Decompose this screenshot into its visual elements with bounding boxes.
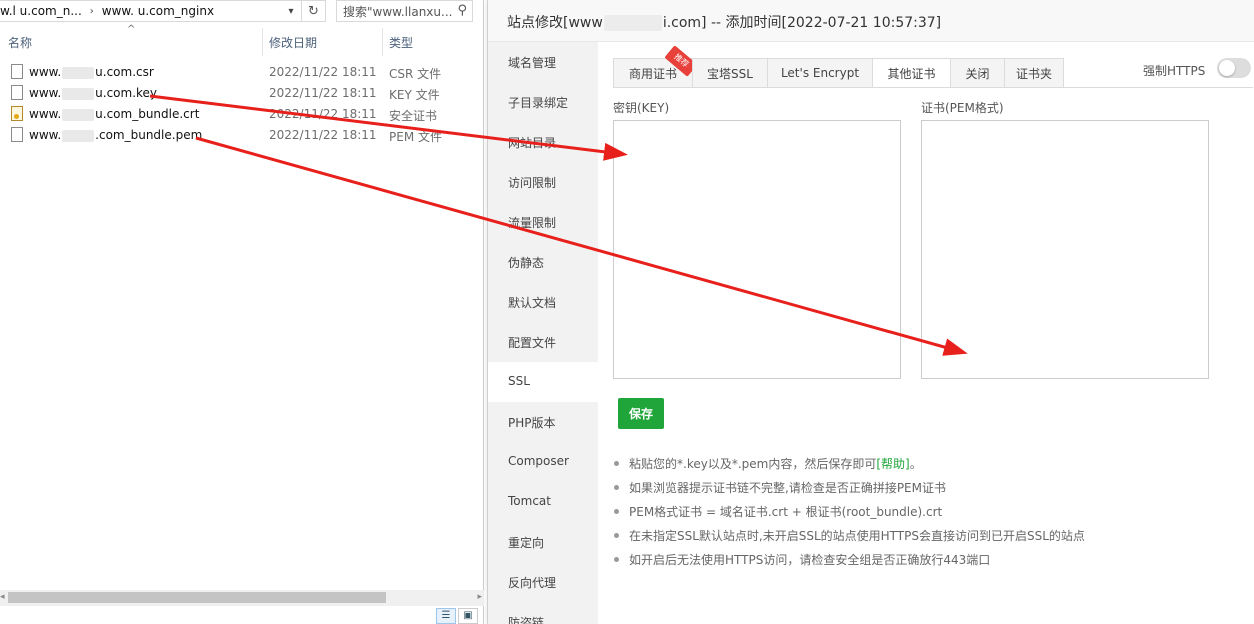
tab-bt-ssl[interactable]: 宝塔SSL	[692, 58, 767, 88]
file-icon	[11, 64, 23, 79]
nav-item-ssl[interactable]: SSL	[488, 362, 598, 402]
sidebar-nav: 域名管理 子目录绑定 网站目录 访问限制 流量限制 伪静态 默认文档 配置文件 …	[488, 42, 598, 624]
tab-close[interactable]: 关闭	[950, 58, 1004, 88]
tips-list: 粘贴您的*.key以及*.pem内容，然后保存即可[帮助]。 如果浏览器提示证书…	[612, 455, 1085, 575]
tab-other-cert[interactable]: 其他证书	[872, 58, 950, 88]
nav-item[interactable]: 默认文档	[488, 282, 598, 322]
search-box[interactable]: 搜索"www.llanxu... ⚲	[336, 0, 473, 22]
tab-commercial-cert[interactable]: 商用证书 推荐	[613, 45, 698, 88]
tip-item: PEM格式证书 = 域名证书.crt + 根证书(root_bundle).cr…	[612, 503, 1085, 527]
file-row[interactable]: www. .com_bundle.pem 2022/11/22 18:11 PEM…	[0, 125, 484, 146]
key-label: 密钥(KEY)	[613, 101, 670, 115]
column-name[interactable]: 名称	[8, 34, 32, 51]
tip-item: 如果浏览器提示证书链不完整,请检查是否正确拼接PEM证书	[612, 479, 1085, 503]
file-explorer: w.l u.com_n... › www. u.com_nginx ▾ ↻ 搜索…	[0, 0, 484, 624]
column-type[interactable]: 类型	[389, 34, 413, 51]
view-buttons: ☰ ▣	[436, 608, 478, 624]
file-date: 2022/11/22 18:11	[269, 107, 377, 121]
nav-item[interactable]: 域名管理	[488, 42, 598, 82]
horizontal-scrollbar[interactable]: ◂ ▸	[0, 590, 484, 606]
file-type: PEM 文件	[389, 130, 442, 144]
tabs-divider	[613, 87, 1253, 88]
column-divider[interactable]	[382, 28, 383, 56]
ssl-tabs: 商用证书 推荐 宝塔SSL Let's Encrypt 其他证书 关闭 证书夹	[613, 45, 1064, 88]
scroll-right-icon[interactable]: ▸	[477, 592, 482, 602]
dialog-title: 站点修改[www i.com] -- 添加时间[2022-07-21 10:57:…	[488, 0, 1254, 42]
nav-item[interactable]: 防盗链	[488, 602, 598, 624]
tab-cert-folder[interactable]: 证书夹	[1004, 58, 1064, 88]
help-link[interactable]: [帮助]	[876, 457, 909, 471]
breadcrumb-current[interactable]: www. u.com_nginx	[102, 4, 214, 18]
nav-item[interactable]: 网站目录	[488, 122, 598, 162]
nav-item[interactable]: 子目录绑定	[488, 82, 598, 122]
file-type: KEY 文件	[389, 88, 440, 102]
certificate-icon	[11, 106, 23, 121]
force-https-label: 强制HTTPS	[1143, 64, 1206, 78]
tip-item: 在未指定SSL默认站点时,未开启SSL的站点使用HTTPS会直接访问到已开启SS…	[612, 527, 1085, 551]
nav-item[interactable]: 反向代理	[488, 562, 598, 602]
file-type: CSR 文件	[389, 67, 442, 81]
nav-item[interactable]: 配置文件	[488, 322, 598, 362]
file-name[interactable]: www. u.com.csr	[29, 65, 154, 79]
save-button[interactable]: 保存	[618, 398, 664, 429]
file-type: 安全证书	[389, 109, 438, 123]
file-icon	[11, 127, 23, 142]
tip-item: 粘贴您的*.key以及*.pem内容，然后保存即可[帮助]。	[612, 455, 1085, 479]
cert-textarea[interactable]	[921, 120, 1209, 379]
nav-item[interactable]: 伪静态	[488, 242, 598, 282]
tip-item: 如开启后无法使用HTTPS访问，请检查安全组是否正确放行443端口	[612, 551, 1085, 575]
key-textarea[interactable]	[613, 120, 901, 379]
file-date: 2022/11/22 18:11	[269, 128, 377, 142]
file-row[interactable]: www. u.com.csr 2022/11/22 18:11 CSR 文件	[0, 62, 484, 83]
column-divider[interactable]	[262, 28, 263, 56]
force-https-toggle[interactable]	[1217, 58, 1251, 78]
file-name[interactable]: www. u.com_bundle.crt	[29, 107, 199, 121]
nav-item[interactable]: 流量限制	[488, 202, 598, 242]
column-modified[interactable]: 修改日期	[269, 34, 317, 51]
nav-item[interactable]: PHP版本	[488, 402, 598, 442]
address-bar[interactable]: w.l u.com_n... › www. u.com_nginx ▾ ↻	[0, 0, 326, 22]
cert-label: 证书(PEM格式)	[921, 101, 1004, 115]
nav-item[interactable]: Composer	[488, 442, 598, 482]
large-icons-view-icon[interactable]: ▣	[458, 608, 478, 624]
sort-ascending-icon: ^	[127, 24, 136, 35]
scrollbar-thumb[interactable]	[8, 592, 386, 603]
refresh-icon[interactable]: ↻	[301, 0, 325, 22]
search-icon[interactable]: ⚲	[457, 3, 467, 18]
chevron-down-icon[interactable]: ▾	[283, 3, 299, 19]
scroll-left-icon[interactable]: ◂	[0, 592, 5, 602]
nav-item[interactable]: 访问限制	[488, 162, 598, 202]
file-row[interactable]: www. u.com_bundle.crt 2022/11/22 18:11 安全…	[0, 104, 484, 125]
breadcrumb-parent[interactable]: w.l u.com_n...	[0, 4, 82, 18]
file-date: 2022/11/22 18:11	[269, 86, 377, 100]
file-date: 2022/11/22 18:11	[269, 65, 377, 79]
file-icon	[11, 85, 23, 100]
column-header: 名称 修改日期 类型	[0, 28, 484, 56]
file-row[interactable]: www. u.com.key 2022/11/22 18:11 KEY 文件	[0, 83, 484, 104]
search-input[interactable]: 搜索"www.llanxu...	[343, 3, 452, 20]
file-name[interactable]: www. u.com.key	[29, 86, 157, 100]
nav-item[interactable]: Tomcat	[488, 482, 598, 522]
breadcrumb-chevron-icon: ›	[89, 5, 94, 17]
nav-item[interactable]: 重定向	[488, 522, 598, 562]
tab-lets-encrypt[interactable]: Let's Encrypt	[767, 58, 872, 88]
site-settings-dialog: 站点修改[www i.com] -- 添加时间[2022-07-21 10:57:…	[487, 0, 1254, 624]
file-name[interactable]: www. .com_bundle.pem	[29, 128, 202, 142]
details-view-icon[interactable]: ☰	[436, 608, 456, 624]
